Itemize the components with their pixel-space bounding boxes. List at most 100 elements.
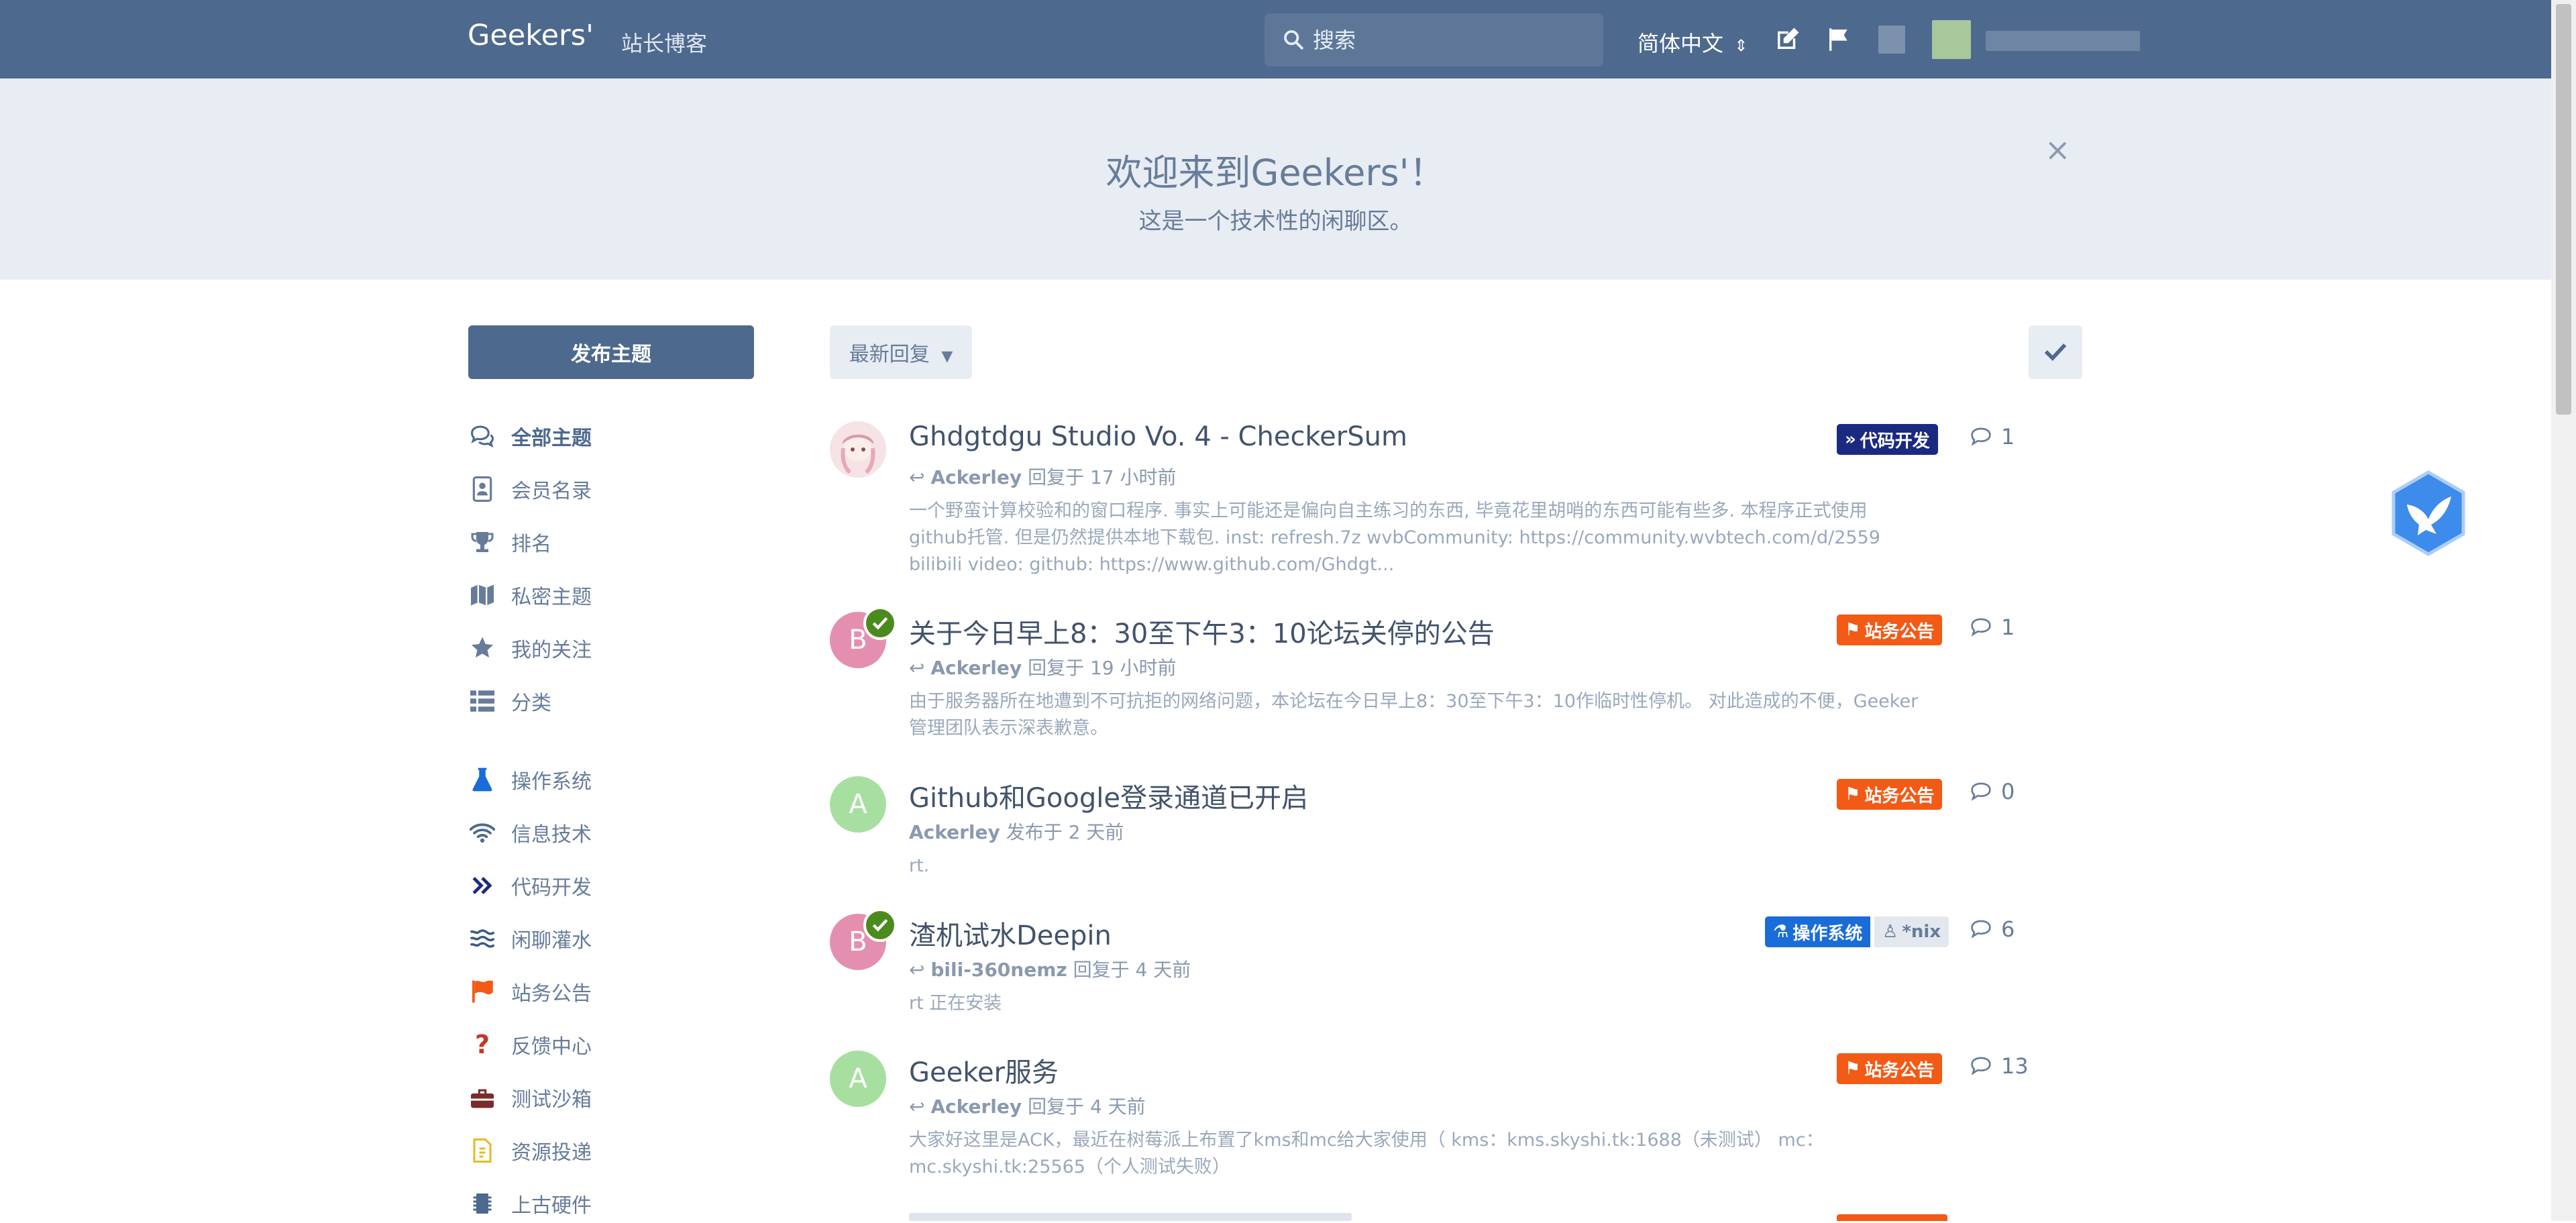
discussion-excerpt: 由于服务器所在地遭到不可抗拒的网络问题，本论坛在今日早上8：30至下午3：10作… [909,691,1919,739]
floating-bird-icon[interactable] [2388,470,2469,560]
discussion-time: 发布于 2 天前 [1006,821,1124,843]
language-label: 简体中文 [1638,31,1724,56]
reply-count: 6 [1970,916,2015,942]
discussion-title[interactable]: Github和Google登录通道已开启 [909,776,1308,815]
avatar[interactable] [830,421,886,478]
scrollbar-thumb[interactable] [2556,4,2571,415]
avatar[interactable]: A [830,776,886,833]
double-chevron-icon: » [1845,429,1856,449]
tag-code[interactable]: » 代码开发 [1837,424,1938,455]
tag-label: 站务公告 [1864,1060,1935,1081]
discussion-user[interactable]: Ackerley [930,466,1022,488]
category-feedback[interactable]: ? 反馈中心 [468,1025,592,1064]
category-sandbox[interactable]: 测试沙箱 [468,1078,592,1117]
avatar-letter: A [849,789,867,820]
tag-nix[interactable]: ♙ *nix [1874,916,1949,947]
nav-all-discussions[interactable]: 全部主题 [468,417,592,456]
discussion-meta: Ackerley 发布于 2 天前 [909,818,1124,845]
category-it[interactable]: 信息技术 [468,813,592,852]
tag-announcement[interactable]: ⚑ 站务公告 [1837,779,1943,810]
nav-label: 上古硬件 [511,1194,592,1218]
nav-private[interactable]: 私密主题 [468,576,592,615]
nav-label: 测试沙箱 [511,1088,592,1112]
discussion-meta: ↩ Ackerley 回复于 19 小时前 [909,653,1177,680]
avatar[interactable] [1932,20,1971,59]
nav-ranking[interactable]: 排名 [468,523,551,562]
reply-icon: ↩ [909,1096,925,1118]
water-icon [468,924,496,953]
search-box[interactable] [1265,13,1603,66]
discussion-title[interactable]: 渣机试水Deepin [909,914,1112,953]
address-book-icon [468,475,496,503]
discussion-excerpt: 一个野蛮计算校验和的窗口程序. 事实上可能还是偏向自主练习的东西, 毕竟花里胡哨… [909,500,1880,575]
close-icon[interactable]: × [2045,134,2071,165]
discussion-title[interactable]: 关于今日早上8：30至下午3：10论坛关停的公告 [909,612,1495,651]
category-announcements[interactable]: 站务公告 [468,972,592,1011]
discussion-user[interactable]: Ackerley [930,1096,1022,1118]
flask-icon: ⚗ [1773,922,1789,942]
username[interactable] [1986,31,2140,51]
discussion-title[interactable]: Geeker服务 [909,1051,1059,1089]
language-selector[interactable]: 简体中文 ⇕ [1638,27,1748,58]
category-resources[interactable]: 资源投递 [468,1131,592,1170]
wifi-icon [468,818,496,847]
nav-members[interactable]: 会员名录 [468,470,592,509]
nav-label: 代码开发 [511,876,592,900]
avatar-letter: A [849,1063,867,1094]
tag-label: 站务公告 [1864,621,1935,642]
reply-count-value: 6 [2001,916,2015,942]
discussion-title[interactable]: Ghdgtdgu Studio Vo. 4 - CheckerSum [909,421,1407,452]
hero-title: 欢迎来到Geekers'！ [1106,152,1446,194]
nav-label: 我的关注 [511,639,592,662]
question-icon: ? [474,1030,490,1059]
file-icon [468,1136,496,1165]
flag-icon: ⚑ [1845,784,1861,804]
nav-tags[interactable]: 分类 [468,682,551,721]
tag-label: *nix [1902,922,1941,942]
nav-label: 分类 [511,692,551,715]
flag-icon [468,977,496,1006]
notifications-icon[interactable] [1878,25,1905,54]
double-chevron-icon [468,871,496,900]
blog-link[interactable]: 站长博客 [621,27,707,58]
next-discussion-tag[interactable] [1837,1214,1947,1221]
edit-icon[interactable] [1773,25,1801,56]
reply-count-value: 1 [2001,424,2015,449]
nav-label: 私密主题 [511,586,592,609]
sort-dropdown[interactable]: 最新回复 ▼ [830,325,972,379]
discussion-user[interactable]: bili-360nemz [930,959,1067,981]
tag-announcement[interactable]: ⚑ 站务公告 [1837,1053,1943,1084]
star-icon [468,634,496,662]
category-hardware[interactable]: 上古硬件 [468,1184,592,1223]
reply-count: 1 [1970,424,2015,449]
map-icon [468,581,496,609]
nav-following[interactable]: 我的关注 [468,629,592,668]
hero-subtitle: 这是一个技术性的闲聊区。 [1138,208,1413,235]
discussion-time: 回复于 19 小时前 [1028,657,1177,679]
discussion-excerpt: rt. [909,855,930,876]
scrollbar[interactable] [2551,0,2576,1221]
search-input[interactable] [1311,23,1582,58]
tag-announcement[interactable]: ⚑ 站务公告 [1837,615,1943,645]
avatar[interactable]: A [830,1051,886,1107]
discussion-user[interactable]: Ackerley [909,821,1000,843]
reply-count-value: 0 [2001,779,2015,804]
linux-icon: ♙ [1882,922,1898,942]
new-topic-button[interactable]: 发布主题 [468,325,754,379]
check-icon [2044,343,2067,364]
discussion-meta: ↩ bili-360nemz 回复于 4 天前 [909,955,1191,982]
mark-all-read-button[interactable] [2029,325,2082,379]
nav-label: 信息技术 [511,823,592,847]
tag-os[interactable]: ⚗ 操作系统 [1765,916,1871,947]
nav-label: 资源投递 [511,1141,592,1165]
site-brand[interactable]: Geekers' [468,19,594,52]
category-chat[interactable]: 闲聊灌水 [468,919,592,958]
flag-icon[interactable] [1826,25,1853,56]
check-icon [863,908,897,942]
next-discussion-title[interactable] [909,1213,1352,1221]
tag-label: 代码开发 [1860,431,1930,451]
reply-icon: ↩ [909,657,925,679]
category-os[interactable]: 操作系统 [468,760,592,799]
category-code[interactable]: 代码开发 [468,866,592,905]
discussion-user[interactable]: Ackerley [930,657,1022,679]
